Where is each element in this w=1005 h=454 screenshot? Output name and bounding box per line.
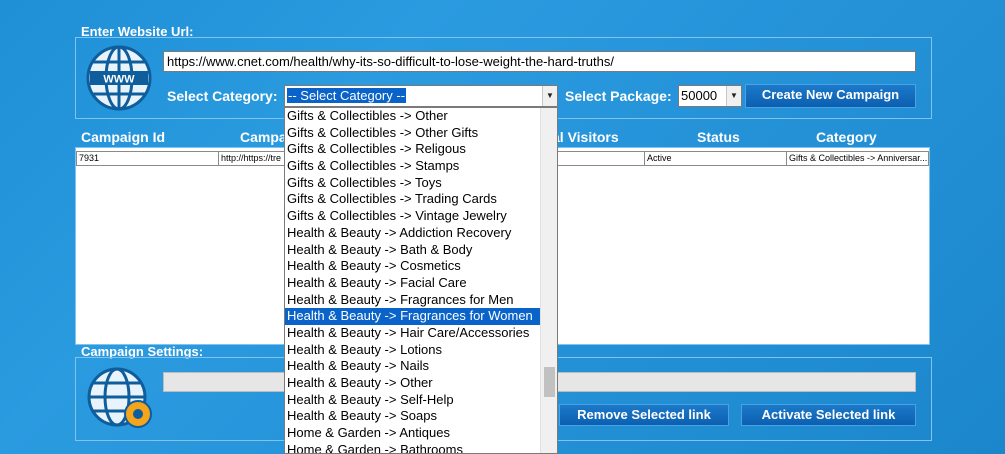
package-label: Select Package: <box>565 88 672 104</box>
dropdown-option[interactable]: Health & Beauty -> Addiction Recovery <box>285 225 541 242</box>
dropdown-option[interactable]: Health & Beauty -> Self-Help <box>285 392 541 409</box>
dropdown-option[interactable]: Gifts & Collectibles -> Trading Cards <box>285 191 541 208</box>
category-select-value: -- Select Category -- <box>287 88 407 103</box>
dropdown-option[interactable]: Gifts & Collectibles -> Other Gifts <box>285 125 541 142</box>
dropdown-option[interactable]: Gifts & Collectibles -> Stamps <box>285 158 541 175</box>
dropdown-option[interactable]: Health & Beauty -> Fragrances for Women <box>285 308 541 325</box>
cell-status: Active <box>644 151 787 166</box>
header-category: Category <box>816 129 877 145</box>
url-input[interactable]: https://www.cnet.com/health/why-its-so-d… <box>163 51 916 72</box>
dropdown-option[interactable]: Gifts & Collectibles -> Toys <box>285 175 541 192</box>
svg-text:WWW: WWW <box>103 74 135 86</box>
dropdown-option[interactable]: Health & Beauty -> Nails <box>285 358 541 375</box>
dropdown-option[interactable]: Health & Beauty -> Lotions <box>285 342 541 359</box>
cell-campaign-id: 7931 <box>76 151 219 166</box>
header-campaign-id: Campaign Id <box>81 129 166 145</box>
dropdown-option[interactable]: Health & Beauty -> Soaps <box>285 408 541 425</box>
www-globe-icon: WWW <box>86 45 152 111</box>
dropdown-option[interactable]: Health & Beauty -> Fragrances for Men <box>285 292 541 309</box>
dropdown-option[interactable]: Health & Beauty -> Other <box>285 375 541 392</box>
chevron-down-icon[interactable]: ▼ <box>726 86 741 106</box>
globe-settings-icon <box>87 367 152 428</box>
package-select[interactable]: 50000 ▼ <box>678 85 742 107</box>
header-status: Status <box>697 129 740 145</box>
package-select-value: 50000 <box>681 88 718 103</box>
dropdown-option[interactable]: Health & Beauty -> Cosmetics <box>285 258 541 275</box>
dropdown-option[interactable]: Health & Beauty -> Bath & Body <box>285 242 541 259</box>
category-label: Select Category: <box>167 88 278 104</box>
chevron-down-icon[interactable]: ▼ <box>542 86 557 106</box>
header-campaign-url: Campa <box>240 129 287 145</box>
cell-category: Gifts & Collectibles -> Anniversar... <box>786 151 929 166</box>
dropdown-option[interactable]: Home & Garden -> Antiques <box>285 425 541 442</box>
dropdown-option[interactable]: Gifts & Collectibles -> Religous <box>285 141 541 158</box>
dropdown-option[interactable]: Health & Beauty -> Facial Care <box>285 275 541 292</box>
category-dropdown-list[interactable]: Gifts & Collectibles -> Other Gifts & Col… <box>284 107 558 454</box>
create-campaign-button[interactable]: Create New Campaign <box>745 84 916 108</box>
remove-link-button[interactable]: Remove Selected link <box>559 404 729 426</box>
dropdown-option[interactable]: Home & Garden -> Bathrooms <box>285 442 541 453</box>
header-visitors: al Visitors <box>552 129 619 145</box>
dropdown-option[interactable]: Health & Beauty -> Hair Care/Accessories <box>285 325 541 342</box>
scrollbar-thumb[interactable] <box>544 367 555 397</box>
dropdown-scrollbar[interactable] <box>540 108 557 453</box>
dropdown-option[interactable]: Gifts & Collectibles -> Vintage Jewelry <box>285 208 541 225</box>
category-select[interactable]: -- Select Category -- ▼ <box>284 85 558 107</box>
dropdown-option[interactable]: Gifts & Collectibles -> Other <box>285 108 541 125</box>
activate-link-button[interactable]: Activate Selected link <box>741 404 916 426</box>
